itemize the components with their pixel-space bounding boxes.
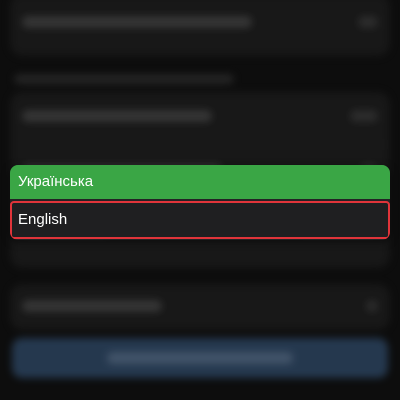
app-screen: Українська English xyxy=(0,0,400,400)
language-menu: Українська English xyxy=(10,165,390,240)
language-option-english[interactable]: English xyxy=(10,201,390,239)
language-option-ukrainian[interactable]: Українська xyxy=(10,165,390,199)
